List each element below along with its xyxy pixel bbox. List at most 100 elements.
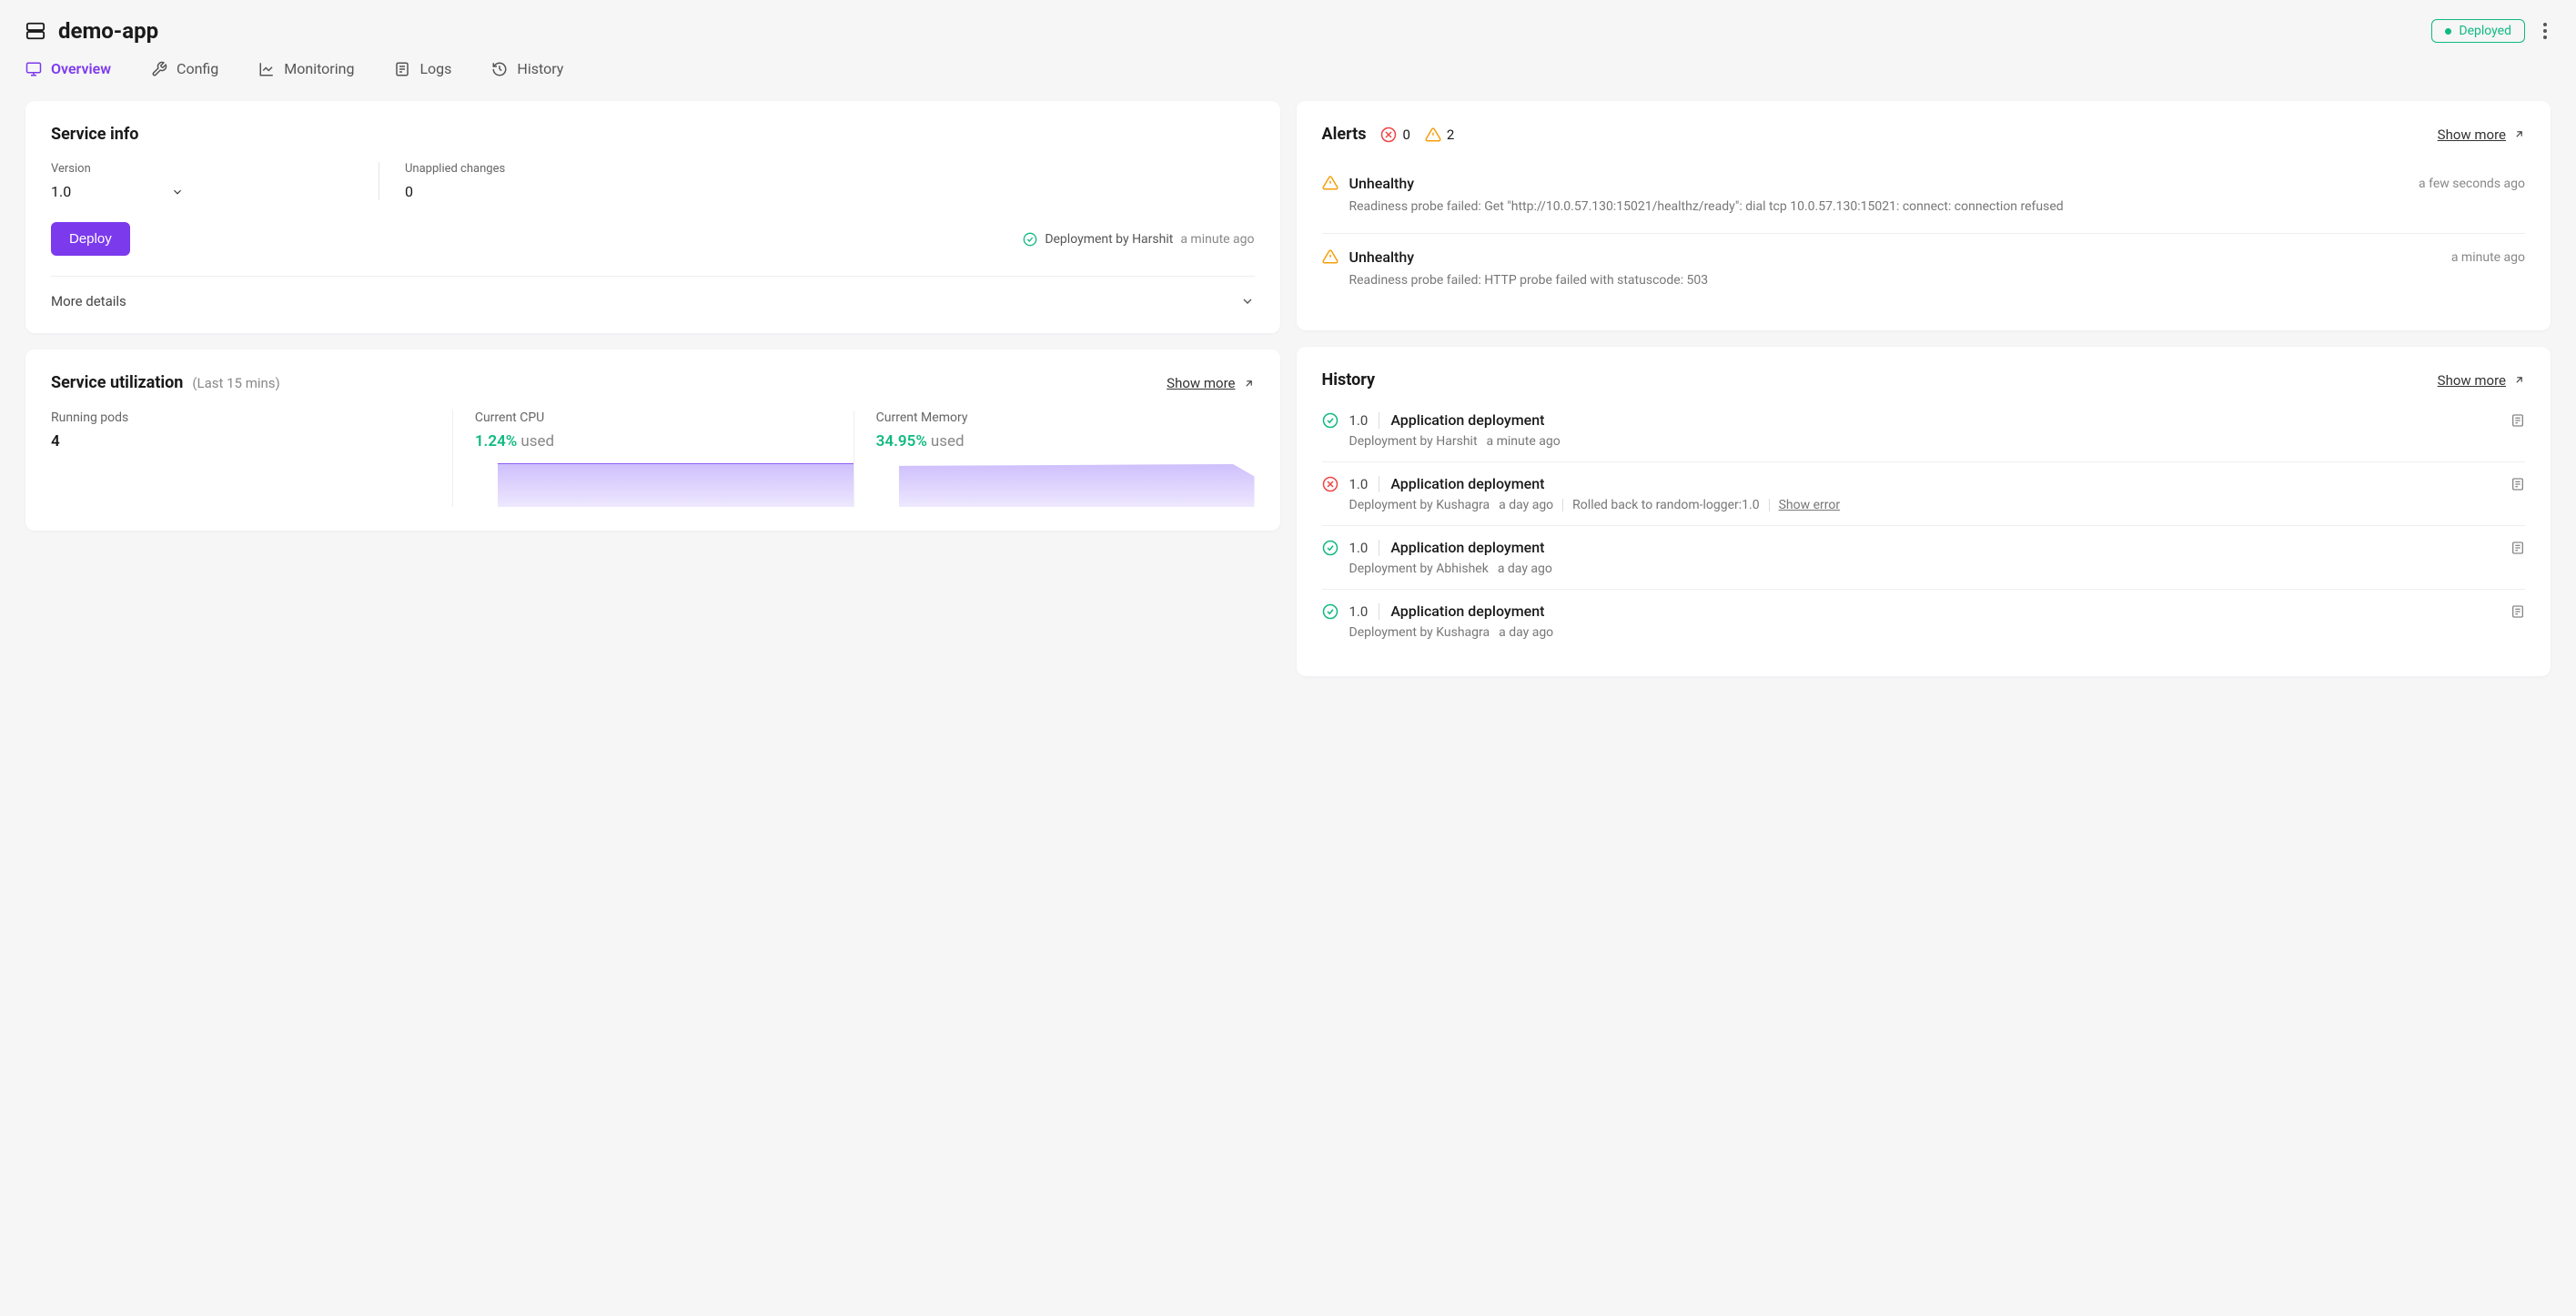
kebab-menu-button[interactable] [2540,19,2551,43]
service-info-card: Service info Version 1.0 Unapplied chang… [25,101,1280,333]
history-by: Deployment by Kushagra [1349,498,1490,512]
version-select[interactable]: 1.0 [51,183,342,200]
history-title: History [1322,370,1376,390]
warning-triangle-icon [1322,248,1339,265]
monitor-icon [25,61,42,77]
alert-item: Unhealthy a minute ago Readiness probe f… [1322,234,2526,307]
history-version: 1.0 [1349,540,1369,556]
history-label: Application deployment [1390,539,2500,556]
chart-line-icon [258,61,275,77]
alert-time: a minute ago [2451,250,2525,265]
utilization-card: Service utilization (Last 15 mins) Show … [25,349,1280,531]
show-more-label: Show more [2438,372,2506,389]
history-by: Deployment by Harshit [1349,434,1478,449]
tab-monitoring[interactable]: Monitoring [258,60,354,77]
page-header: demo-app Deployed [25,18,2551,44]
alert-title: Unhealthy [1349,248,1415,266]
error-count: 0 [1380,127,1409,143]
x-circle-icon [1380,127,1397,143]
deploy-status: Deployment by Harshit a minute ago [1023,232,1254,247]
version-value: 1.0 [51,183,71,200]
deploy-status-text: Deployment by Harshit [1045,232,1173,247]
status-badge-label: Deployed [2459,24,2511,38]
alert-message: Readiness probe failed: HTTP probe faile… [1349,271,2526,290]
version-block: Version 1.0 [51,162,342,200]
chevron-down-icon [171,186,184,198]
tab-config[interactable]: Config [151,60,218,77]
header-right: Deployed [2431,19,2551,43]
history-time: a minute ago [1487,434,1561,449]
unapplied-label: Unapplied changes [405,162,505,176]
version-label: Version [51,162,342,176]
tab-logs[interactable]: Logs [394,60,451,77]
memory-sparkline [876,463,1255,507]
utilization-subtitle: (Last 15 mins) [192,375,279,391]
tabs: Overview Config Monitoring Logs History [25,60,2551,77]
status-badge: Deployed [2431,19,2525,43]
running-pods-label: Running pods [51,410,452,425]
chevron-down-icon [1240,294,1255,309]
utilization-title: Service utilization [51,373,183,392]
history-label: Application deployment [1390,411,2500,429]
warning-triangle-icon [1322,175,1339,191]
external-link-icon [2513,128,2525,140]
check-circle-icon [1322,412,1339,429]
show-error-link[interactable]: Show error [1779,498,1841,512]
document-icon[interactable] [2510,604,2525,619]
history-label: Application deployment [1390,475,2500,492]
deploy-button[interactable]: Deploy [51,222,130,256]
app-title: demo-app [58,18,158,44]
memory-pct: 34.95% [876,432,927,450]
alert-item: Unhealthy a few seconds ago Readiness pr… [1322,160,2526,233]
history-label: Application deployment [1390,602,2500,620]
history-version: 1.0 [1349,412,1369,429]
x-circle-icon [1322,476,1339,492]
memory-used: used [931,432,965,450]
history-time: a day ago [1499,498,1553,512]
alerts-card: Alerts 0 2 Show more [1297,101,2551,330]
server-icon [25,21,45,41]
error-count-value: 0 [1402,127,1409,143]
document-icon[interactable] [2510,541,2525,555]
check-circle-icon [1322,540,1339,556]
cpu-used: used [520,432,554,450]
alerts-show-more[interactable]: Show more [2438,127,2525,143]
alert-time: a few seconds ago [2419,177,2525,191]
wrench-icon [151,61,167,77]
tab-history[interactable]: History [491,60,563,77]
cpu-cell: Current CPU 1.24%used [452,410,854,507]
history-card: History Show more 1.0 Application deploy… [1297,347,2551,676]
service-info-title: Service info [51,125,1255,144]
history-by: Deployment by Kushagra [1349,625,1490,640]
history-item: 1.0 Application deployment Deployment by… [1322,526,2526,590]
history-by: Deployment by Abhishek [1349,562,1489,576]
running-pods-value: 4 [51,432,452,450]
more-details-toggle[interactable]: More details [51,277,1255,309]
status-dot-icon [2445,28,2451,35]
external-link-icon [1243,378,1255,390]
show-more-label: Show more [2438,127,2506,143]
unapplied-value: 0 [405,183,505,200]
check-circle-icon [1322,603,1339,620]
tab-label: Config [177,60,218,77]
alerts-title: Alerts [1322,125,1367,144]
warning-count-value: 2 [1447,127,1454,143]
utilization-show-more[interactable]: Show more [1167,375,1254,391]
alert-message: Readiness probe failed: Get "http://10.0… [1349,197,2526,217]
unapplied-block: Unapplied changes 0 [379,162,505,200]
show-more-label: Show more [1167,375,1235,391]
history-item: 1.0 Application deployment Deployment by… [1322,590,2526,653]
document-icon[interactable] [2510,413,2525,428]
check-circle-icon [1023,232,1037,247]
document-icon[interactable] [2510,477,2525,491]
running-pods-cell: Running pods 4 [51,410,452,507]
cpu-pct: 1.24% [475,432,518,450]
deploy-status-time: a minute ago [1180,232,1254,247]
warning-count: 2 [1425,127,1454,143]
warning-triangle-icon [1425,127,1441,143]
history-show-more[interactable]: Show more [2438,372,2525,389]
tab-label: Overview [51,60,111,77]
history-version: 1.0 [1349,476,1369,492]
tab-overview[interactable]: Overview [25,60,111,77]
history-time: a day ago [1499,625,1553,640]
